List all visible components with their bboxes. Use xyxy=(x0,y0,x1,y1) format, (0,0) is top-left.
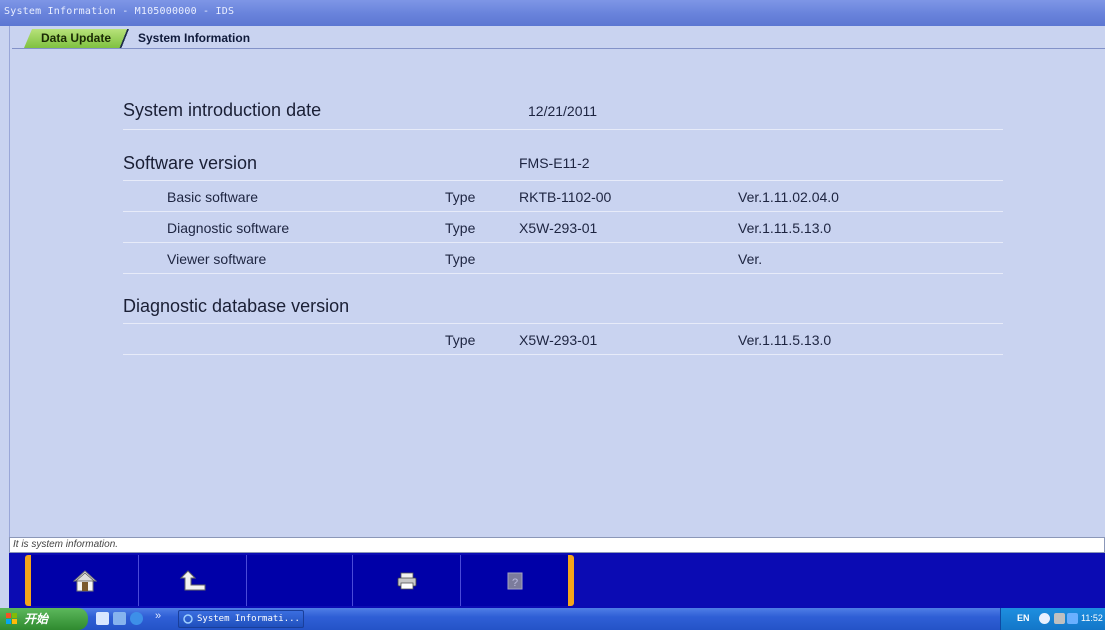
tab-underline xyxy=(12,48,1105,49)
type-label: Type xyxy=(445,189,476,205)
home-button[interactable] xyxy=(31,555,139,606)
tab-data-update[interactable]: Data Update xyxy=(24,29,128,48)
back-button[interactable] xyxy=(139,555,247,606)
clock: 11:52 xyxy=(1081,613,1103,623)
type-label: Type xyxy=(445,251,476,267)
software-name: Diagnostic software xyxy=(167,220,290,236)
status-line: It is system information. xyxy=(9,537,1105,553)
task-label: System Informati... xyxy=(197,614,300,624)
quick-launch xyxy=(96,612,143,626)
help-icon: ? xyxy=(507,572,522,589)
intro-label: System introduction date xyxy=(123,100,322,120)
window-title: System Information - M105000000 - IDS xyxy=(0,0,1105,26)
type-value: X5W-293-01 xyxy=(519,220,598,236)
version-value: Ver.1.11.5.13.0 xyxy=(738,332,832,348)
tray-arrow-icon[interactable] xyxy=(1039,613,1050,624)
database-row: Diagnostic database version xyxy=(123,288,1003,324)
software-row-viewer: Viewer software Type Ver. xyxy=(123,243,1003,274)
tab-system-information[interactable]: System Information xyxy=(138,29,250,48)
database-detail-row: Type X5W-293-01 Ver.1.11.5.13.0 xyxy=(123,324,1003,355)
network-icon[interactable] xyxy=(1054,613,1065,624)
desktop-icon[interactable] xyxy=(96,612,109,625)
software-row-basic: Basic software Type RKTB-1102-00 Ver.1.1… xyxy=(123,181,1003,212)
ie-icon[interactable] xyxy=(130,612,143,625)
type-value: X5W-293-01 xyxy=(519,332,598,348)
windows-flag-icon xyxy=(6,613,17,624)
version-value: Ver. xyxy=(738,251,763,267)
taskbar-task-system-information[interactable]: System Informati... xyxy=(178,610,304,628)
system-info-content: System introduction date 12/21/2011 Soft… xyxy=(10,50,1105,540)
software-value: FMS-E11-2 xyxy=(519,155,590,171)
empty-toolbar-slot xyxy=(247,555,353,606)
help-button[interactable]: ? xyxy=(461,555,568,606)
window-icon[interactable] xyxy=(113,612,126,625)
intro-row: System introduction date 12/21/2011 xyxy=(123,94,1003,130)
system-tray: EN 11:52 xyxy=(1000,608,1105,630)
software-row: Software version FMS-E11-2 xyxy=(123,145,1003,181)
type-value: RKTB-1102-00 xyxy=(519,189,612,205)
start-button[interactable]: 开始 xyxy=(0,608,88,630)
quick-launch-more[interactable]: » xyxy=(155,610,161,622)
software-row-diagnostic: Diagnostic software Type X5W-293-01 Ver.… xyxy=(123,212,1003,243)
toolbar-button-group: ? xyxy=(25,555,574,606)
language-indicator[interactable]: EN xyxy=(1017,613,1030,623)
intro-value: 12/21/2011 xyxy=(528,103,598,119)
windows-taskbar: 开始 » System Informati... EN 11:52 xyxy=(0,608,1105,630)
type-label: Type xyxy=(445,220,476,236)
version-value: Ver.1.11.5.13.0 xyxy=(738,220,832,236)
software-label: Software version xyxy=(123,153,258,173)
database-label: Diagnostic database version xyxy=(123,296,350,316)
tab-bar: Data Update System Information xyxy=(10,26,1105,49)
print-button[interactable] xyxy=(353,555,461,606)
ie-icon xyxy=(183,614,193,624)
software-name: Basic software xyxy=(167,189,259,205)
home-icon xyxy=(72,569,97,591)
back-arrow-icon xyxy=(179,569,205,590)
main-panel: Data Update System Information System in… xyxy=(9,26,1105,542)
type-label: Type xyxy=(445,332,476,348)
version-value: Ver.1.11.02.04.0 xyxy=(738,189,839,205)
bottom-toolbar: ? xyxy=(9,553,1105,608)
tray-app-icon[interactable] xyxy=(1067,613,1078,624)
software-name: Viewer software xyxy=(167,251,267,267)
start-label: 开始 xyxy=(24,612,49,626)
printer-icon xyxy=(397,572,416,589)
svg-text:?: ? xyxy=(511,577,517,589)
